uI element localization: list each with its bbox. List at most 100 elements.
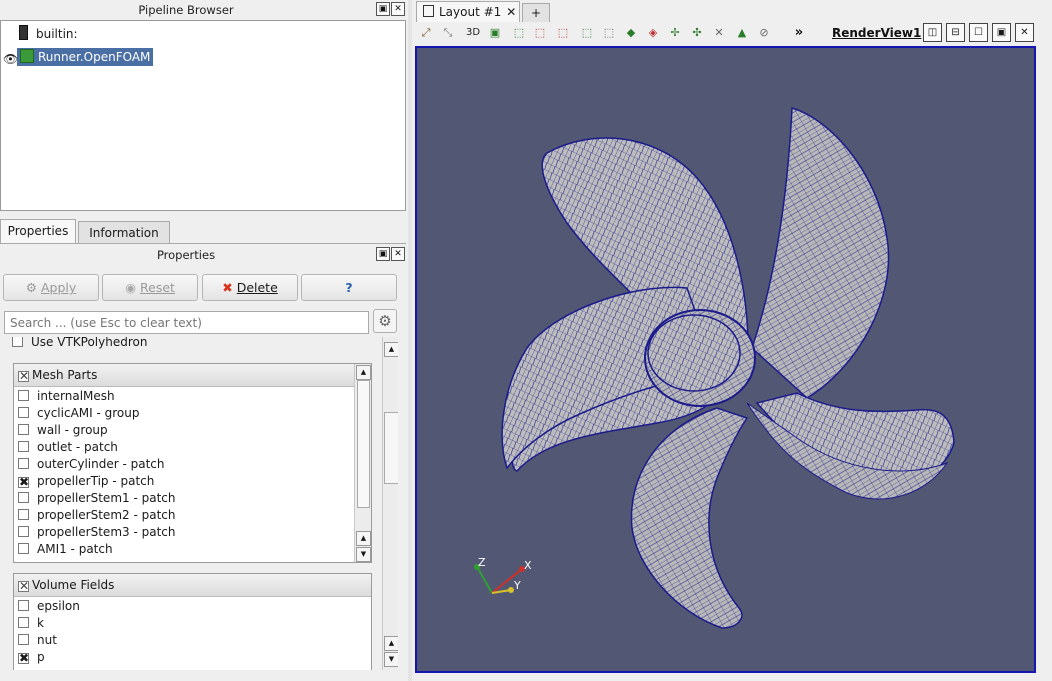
select-blocks-icon[interactable]: ◈ xyxy=(646,26,660,40)
tree-item-builtin[interactable]: builtin: xyxy=(19,25,78,43)
list-item-label: p xyxy=(37,650,45,664)
interactive-select-points-icon[interactable]: ✣ xyxy=(690,26,704,40)
close-icon[interactable]: ✕ xyxy=(391,2,405,16)
header-checkbox[interactable]: ✕ xyxy=(18,580,29,592)
scroll-up-icon[interactable]: ▲ xyxy=(384,342,398,357)
close-icon[interactable]: ✕ xyxy=(391,247,405,261)
scroll-up-icon[interactable]: ▲ xyxy=(384,636,398,651)
checkbox[interactable] xyxy=(18,617,29,628)
checkbox[interactable] xyxy=(18,492,29,503)
checkbox[interactable]: ✖ xyxy=(18,476,29,488)
use-vtk-polyhedron-row[interactable]: Use VTKPolyhedron xyxy=(12,337,147,349)
pipeline-browser-title: Pipeline Browser xyxy=(138,3,234,17)
undock-icon[interactable]: ▣ xyxy=(376,2,390,16)
reset-camera-icon[interactable]: ⤢ xyxy=(419,26,433,40)
volume-fields-list[interactable]: ✕ Volume Fields epsilon k nut ✖ p xyxy=(13,573,372,670)
list-item[interactable]: outerCylinder - patch xyxy=(14,456,371,473)
blade xyxy=(630,407,749,629)
list-item-label: cyclicAMI - group xyxy=(37,406,140,420)
select-points-on-icon[interactable]: ⬚ xyxy=(533,26,547,40)
checkbox[interactable] xyxy=(18,407,29,418)
maximize-icon[interactable]: ☐ xyxy=(969,23,988,42)
select-points-through-icon[interactable]: ⬚ xyxy=(580,26,594,40)
list-item[interactable]: ✖ propellerTip - patch xyxy=(14,473,371,490)
grow-selection-icon[interactable]: ▲ xyxy=(735,26,749,40)
scroll-up-icon[interactable]: ▲ xyxy=(356,531,371,546)
undock-icon[interactable]: ▣ xyxy=(992,23,1011,42)
checkbox[interactable] xyxy=(18,600,29,611)
pipeline-tree[interactable]: builtin: 👁 Runner.OpenFOAM xyxy=(0,20,406,211)
header-checkbox[interactable]: ✕ xyxy=(18,370,29,382)
mesh-parts-header[interactable]: ✕ Mesh Parts xyxy=(14,364,371,387)
render-view[interactable]: Z X Y xyxy=(415,46,1036,673)
apply-button[interactable]: ⚙ Apply xyxy=(3,274,99,301)
hover-points-icon[interactable]: ✕ xyxy=(712,26,726,40)
list-item[interactable]: cyclicAMI - group xyxy=(14,405,371,422)
add-layout-tab[interactable]: + xyxy=(522,3,550,22)
list-item-label: internalMesh xyxy=(37,389,115,403)
interactive-select-cells-icon[interactable]: ✢ xyxy=(668,26,682,40)
checkbox[interactable] xyxy=(18,526,29,537)
visibility-eye-icon[interactable]: 👁 xyxy=(3,53,18,65)
scroll-down-icon[interactable]: ▼ xyxy=(356,547,371,562)
scroll-down-icon[interactable]: ▼ xyxy=(384,652,398,667)
volume-fields-header[interactable]: ✕ Volume Fields xyxy=(14,574,371,597)
split-horizontal-icon[interactable]: ◫ xyxy=(923,23,942,42)
close-icon[interactable]: ✕ xyxy=(1015,23,1034,42)
mesh-parts-list[interactable]: ✕ Mesh Parts internalMesh cyclicAMI - grou… xyxy=(13,363,372,563)
checkbox[interactable] xyxy=(18,441,29,452)
list-item[interactable]: propellerStem2 - patch xyxy=(14,507,371,524)
reset-camera-closest-icon[interactable]: ⤡ xyxy=(441,26,455,40)
select-polygon-cells-icon[interactable]: ⬚ xyxy=(602,26,616,40)
delete-button[interactable]: ✖ Delete xyxy=(202,274,298,301)
list-item-label: propellerStem2 - patch xyxy=(37,508,176,522)
split-vertical-icon[interactable]: ⊟ xyxy=(946,23,965,42)
toggle-3d-button[interactable]: 3D xyxy=(464,26,482,40)
scroll-up-icon[interactable]: ▲ xyxy=(356,365,371,380)
select-cells-through-icon[interactable]: ⬚ xyxy=(556,26,570,40)
tab-information[interactable]: Information xyxy=(78,221,170,243)
list-item[interactable]: ✖ p xyxy=(14,649,371,666)
checkbox[interactable] xyxy=(18,509,29,520)
mesh-parts-scrollbar[interactable]: ▲ ▲ ▼ xyxy=(354,364,371,562)
search-input[interactable] xyxy=(4,311,369,334)
tree-item-label: builtin: xyxy=(36,27,78,41)
select-cells-on-icon[interactable]: ⬚ xyxy=(512,26,526,40)
properties-scrollbar[interactable]: ▲ ▲ ▼ xyxy=(382,337,398,670)
checkbox[interactable] xyxy=(18,424,29,435)
checkbox[interactable]: ✖ xyxy=(18,652,29,664)
help-button[interactable]: ? xyxy=(301,274,397,301)
tab-divider xyxy=(0,243,406,244)
scroll-thumb[interactable] xyxy=(357,380,370,508)
checkbox[interactable] xyxy=(18,458,29,469)
list-item[interactable]: nut xyxy=(14,632,371,649)
list-item[interactable]: AMI1 - patch xyxy=(14,541,371,558)
checkbox[interactable] xyxy=(18,634,29,645)
reset-label: Reset xyxy=(140,280,175,295)
list-item-label: propellerTip - patch xyxy=(37,474,155,488)
gear-icon[interactable]: ⚙ xyxy=(373,309,397,333)
list-item[interactable]: wall - group xyxy=(14,422,371,439)
list-item[interactable]: outlet - patch xyxy=(14,439,371,456)
checkbox[interactable] xyxy=(18,543,29,554)
checkbox[interactable] xyxy=(12,337,23,347)
tree-item-runner[interactable]: Runner.OpenFOAM xyxy=(17,48,154,66)
list-item[interactable]: k xyxy=(14,615,371,632)
scroll-thumb[interactable] xyxy=(384,412,398,484)
list-item[interactable]: internalMesh xyxy=(14,388,371,405)
list-item[interactable]: propellerStem3 - patch xyxy=(14,524,371,541)
close-icon[interactable]: ✕ xyxy=(506,5,516,19)
tab-layout-1[interactable]: Layout #1 ✕ xyxy=(416,1,520,22)
clear-selection-icon[interactable]: ⊘ xyxy=(757,26,771,40)
list-item[interactable]: epsilon xyxy=(14,598,371,615)
checkbox[interactable] xyxy=(18,390,29,401)
select-polygon-points-icon[interactable]: ◆ xyxy=(624,26,638,40)
splitter[interactable] xyxy=(408,0,412,681)
tab-properties[interactable]: Properties xyxy=(0,219,76,243)
undock-icon[interactable]: ▣ xyxy=(376,247,390,261)
list-item[interactable]: propellerStem1 - patch xyxy=(14,490,371,507)
more-tools-button[interactable]: » xyxy=(792,26,806,40)
capture-screenshot-icon[interactable]: ▣ xyxy=(488,26,502,40)
list-item-label: propellerStem3 - patch xyxy=(37,525,176,539)
reset-button[interactable]: ◉ Reset xyxy=(102,274,198,301)
